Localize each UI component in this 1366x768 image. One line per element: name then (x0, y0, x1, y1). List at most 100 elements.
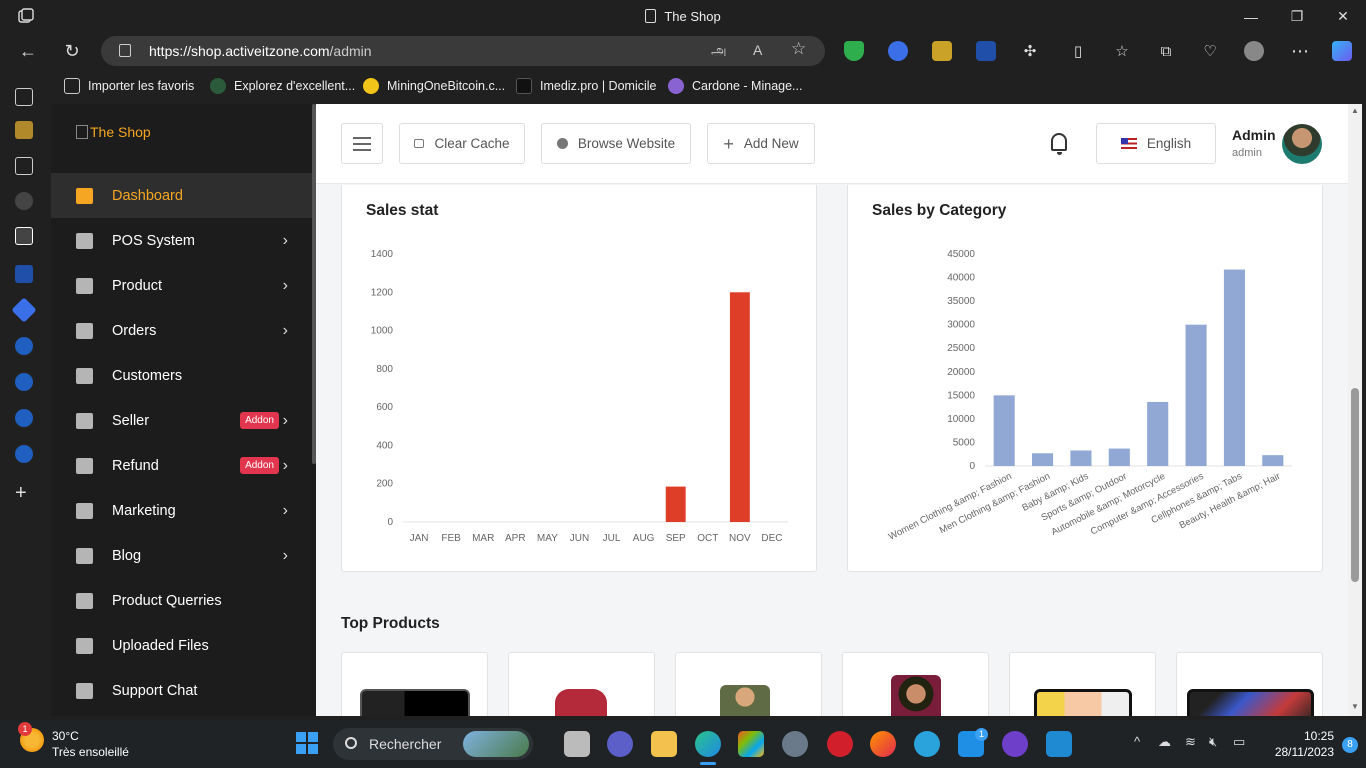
clear-cache-button[interactable]: Clear Cache (399, 123, 525, 164)
search-tab-icon[interactable] (15, 337, 33, 355)
opera-icon[interactable] (827, 731, 853, 757)
split-screen-icon[interactable]: ▯ (1066, 39, 1090, 63)
product-card[interactable] (341, 652, 488, 716)
sidebar-item-product[interactable]: Product › (51, 263, 316, 308)
scrollbar-thumb[interactable] (1351, 388, 1359, 582)
extensions-icon[interactable]: ✣ (1018, 39, 1042, 63)
wifi-icon[interactable]: ≋ (1185, 734, 1196, 750)
minimize-button[interactable]: — (1228, 0, 1274, 33)
extension-blue-icon[interactable] (888, 41, 908, 61)
notification-bell-icon[interactable] (1051, 133, 1067, 155)
performance-icon[interactable]: ♡ (1198, 39, 1222, 63)
bar[interactable] (1185, 324, 1207, 466)
sidebar-item-support-chat[interactable]: Support Chat (51, 668, 316, 713)
teams-icon[interactable] (607, 731, 633, 757)
dots-icon[interactable] (15, 192, 33, 210)
sidebar-item-customers[interactable]: Customers (51, 353, 316, 398)
favorite-explorez[interactable]: Explorez d'excellent... (210, 78, 355, 94)
sidebar-item-marketing[interactable]: Marketing › (51, 488, 316, 533)
add-new-button[interactable]: + Add New (707, 123, 815, 164)
bar[interactable] (729, 292, 750, 522)
apple-tab-icon[interactable] (15, 445, 33, 463)
favorite-cardone[interactable]: Cardone - Minage... (668, 78, 802, 94)
sidebar-item-uploaded-files[interactable]: Uploaded Files (51, 623, 316, 668)
bar[interactable] (993, 395, 1015, 466)
close-button[interactable]: ✕ (1320, 0, 1366, 33)
extension-shield-blue-icon[interactable] (976, 41, 996, 61)
bar[interactable] (665, 486, 686, 522)
sidebar-item-seller[interactable]: Seller Addon › (51, 398, 316, 443)
task-view-icon[interactable] (564, 731, 590, 757)
tab-site-icon[interactable] (11, 297, 37, 323)
firefox-icon[interactable] (870, 731, 896, 757)
collections-icon[interactable]: ⧉ (1154, 39, 1178, 63)
bar[interactable] (1262, 455, 1284, 466)
volume-icon[interactable]: 🔇︎ (1209, 734, 1217, 750)
maximize-button[interactable]: ❐ (1274, 0, 1320, 33)
github-icon[interactable] (1002, 731, 1028, 757)
read-aloud-icon[interactable]: A (753, 42, 762, 58)
active-tab-icon[interactable] (15, 227, 33, 245)
bar[interactable] (1223, 269, 1245, 466)
product-card[interactable] (842, 652, 989, 716)
telegram-icon[interactable] (914, 731, 940, 757)
sidebar-item-pos-system[interactable]: POS System › (51, 218, 316, 263)
start-icon[interactable] (296, 732, 318, 754)
sidebar-item-orders[interactable]: Orders › (51, 308, 316, 353)
file-explorer-icon[interactable] (651, 731, 677, 757)
product-card[interactable] (1009, 652, 1156, 716)
address-bar[interactable]: https://shop.activeitzone.com/admin அ A … (101, 36, 825, 66)
translate-icon[interactable]: அ (711, 42, 727, 61)
settings-icon[interactable] (782, 731, 808, 757)
notification-count[interactable]: 8 (1342, 737, 1358, 753)
edge-icon[interactable] (695, 731, 721, 757)
clock[interactable]: 10:25 28/11/2023 (1275, 728, 1334, 760)
bar[interactable] (1147, 401, 1169, 466)
tab-site-icon[interactable] (15, 265, 33, 283)
bar[interactable] (1070, 450, 1092, 466)
browse-website-button[interactable]: Browse Website (541, 123, 691, 164)
tray-expand-icon[interactable]: ^ (1134, 734, 1140, 749)
refresh-icon[interactable]: ↻ (60, 39, 84, 63)
sidebar-item-blog[interactable]: Blog › (51, 533, 316, 578)
bar[interactable] (1108, 448, 1130, 466)
tabs-icon[interactable] (15, 88, 33, 106)
product-card[interactable] (508, 652, 655, 716)
favorite-star-icon[interactable]: ☆ (791, 39, 806, 59)
favorites-icon[interactable]: ☆ (1110, 39, 1134, 63)
apple-tab-icon[interactable] (15, 409, 33, 427)
vscode-icon[interactable] (1046, 731, 1072, 757)
store-icon[interactable] (738, 731, 764, 757)
favorite-miningonebitcoin[interactable]: MiningOneBitcoin.c... (363, 78, 505, 94)
taskbar-search[interactable]: Rechercher (333, 728, 533, 760)
scroll-up-icon[interactable]: ▲ (1351, 106, 1359, 115)
scroll-down-icon[interactable]: ▼ (1351, 702, 1359, 711)
sidebar-item-dashboard[interactable]: Dashboard (51, 173, 316, 218)
bar[interactable] (1032, 453, 1054, 466)
sidebar-item-product-querries[interactable]: Product Querries (51, 578, 316, 623)
logo[interactable]: The Shop (76, 124, 151, 140)
extension-gold-icon[interactable] (932, 41, 952, 61)
back-icon[interactable]: ← (16, 39, 40, 63)
product-card[interactable] (1176, 652, 1323, 716)
user-info[interactable]: Admin admin (1232, 127, 1276, 159)
shield-extension-icon[interactable] (844, 41, 864, 61)
battery-icon[interactable]: ▭ (1233, 734, 1245, 750)
onedrive-icon[interactable]: ☁ (1158, 734, 1171, 750)
sidebar-item-refund[interactable]: Refund Addon › (51, 443, 316, 488)
new-tab-icon[interactable]: + (15, 483, 33, 503)
favorite-import[interactable]: Importer les favoris (64, 78, 194, 94)
product-card[interactable] (675, 652, 822, 716)
weather-widget[interactable]: 1 30°C Très ensoleillé (18, 722, 129, 760)
language-selector[interactable]: English (1096, 123, 1216, 164)
apple-tab-icon[interactable] (15, 373, 33, 391)
more-options-icon[interactable]: ⋯ (1288, 39, 1312, 63)
page-scrollbar[interactable]: ▲ ▼ (1348, 104, 1362, 716)
copilot-icon[interactable] (1332, 41, 1352, 61)
profile-avatar-icon[interactable] (1244, 41, 1264, 61)
menu-toggle-button[interactable] (341, 123, 383, 164)
page-icon[interactable] (15, 157, 33, 175)
favorite-imediz[interactable]: Imediz.pro | Domicile (516, 78, 656, 94)
avatar[interactable] (1282, 124, 1322, 164)
extension-p-icon[interactable] (15, 121, 33, 139)
